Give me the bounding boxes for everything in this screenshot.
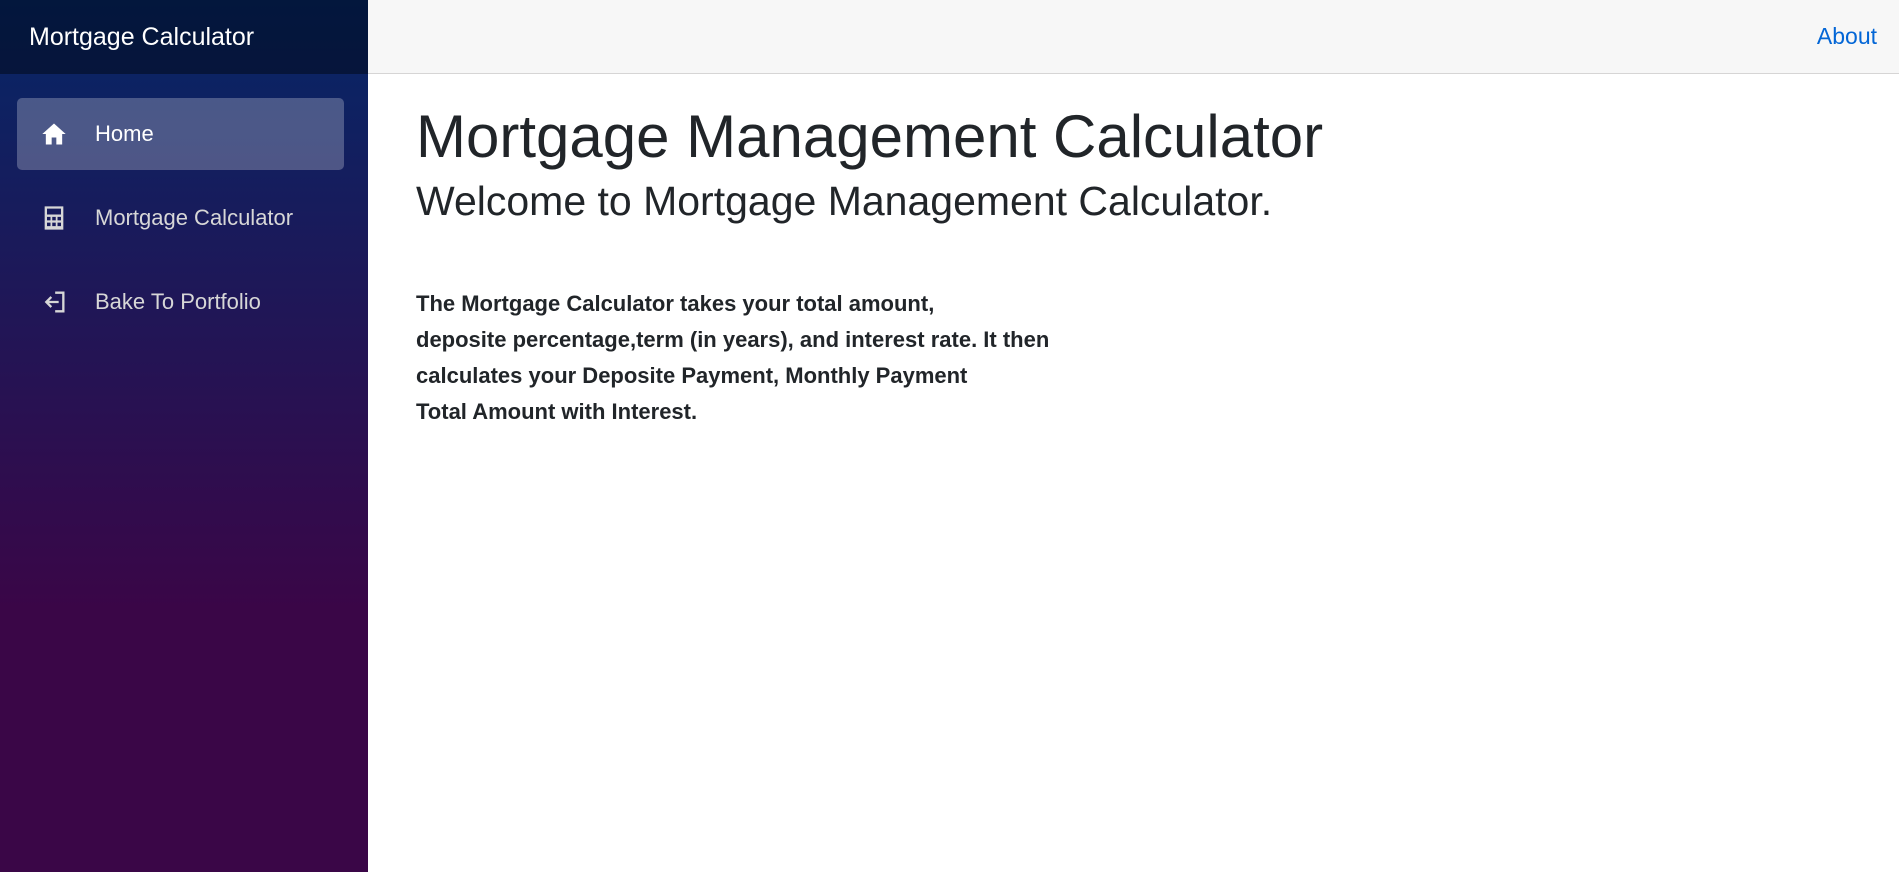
description-line: calculates your Deposite Payment, Monthl… [416,363,968,389]
top-bar: About [368,0,1899,74]
sidebar-item-mortgage-calculator[interactable]: Mortgage Calculator [17,182,344,254]
description-line: deposite percentage,term (in years), and… [416,327,1050,353]
brand-link[interactable]: Mortgage Calculator [29,23,254,52]
sidebar: Mortgage Calculator Home Mortgage Calcul… [0,0,368,872]
home-icon [39,119,69,149]
sidebar-item-label: Bake To Portfolio [95,289,261,314]
exit-icon [39,287,69,317]
page-content: Mortgage Management Calculator Welcome t… [368,74,1899,430]
app-root: Mortgage Calculator Home Mortgage Calcul… [0,0,1899,872]
welcome-heading: Welcome to Mortgage Management Calculato… [416,178,1273,224]
sidebar-header: Mortgage Calculator [0,0,368,74]
sidebar-nav: Home Mortgage Calculator Bake To Portfol… [0,74,368,338]
about-link[interactable]: About [1817,23,1877,50]
sidebar-item-bake-to-portfolio[interactable]: Bake To Portfolio [17,266,344,338]
main-area: About Mortgage Management Calculator Wel… [368,0,1899,872]
description-line: Total Amount with Interest. [416,399,698,425]
sidebar-item-label: Home [95,121,154,146]
calculator-icon [39,203,69,233]
description-line: The Mortgage Calculator takes your total… [416,291,935,317]
description-text: The Mortgage Calculator takes your total… [416,286,1899,430]
sidebar-item-home[interactable]: Home [17,98,344,170]
sidebar-item-label: Mortgage Calculator [95,205,294,230]
page-title: Mortgage Management Calculator [416,103,1324,170]
